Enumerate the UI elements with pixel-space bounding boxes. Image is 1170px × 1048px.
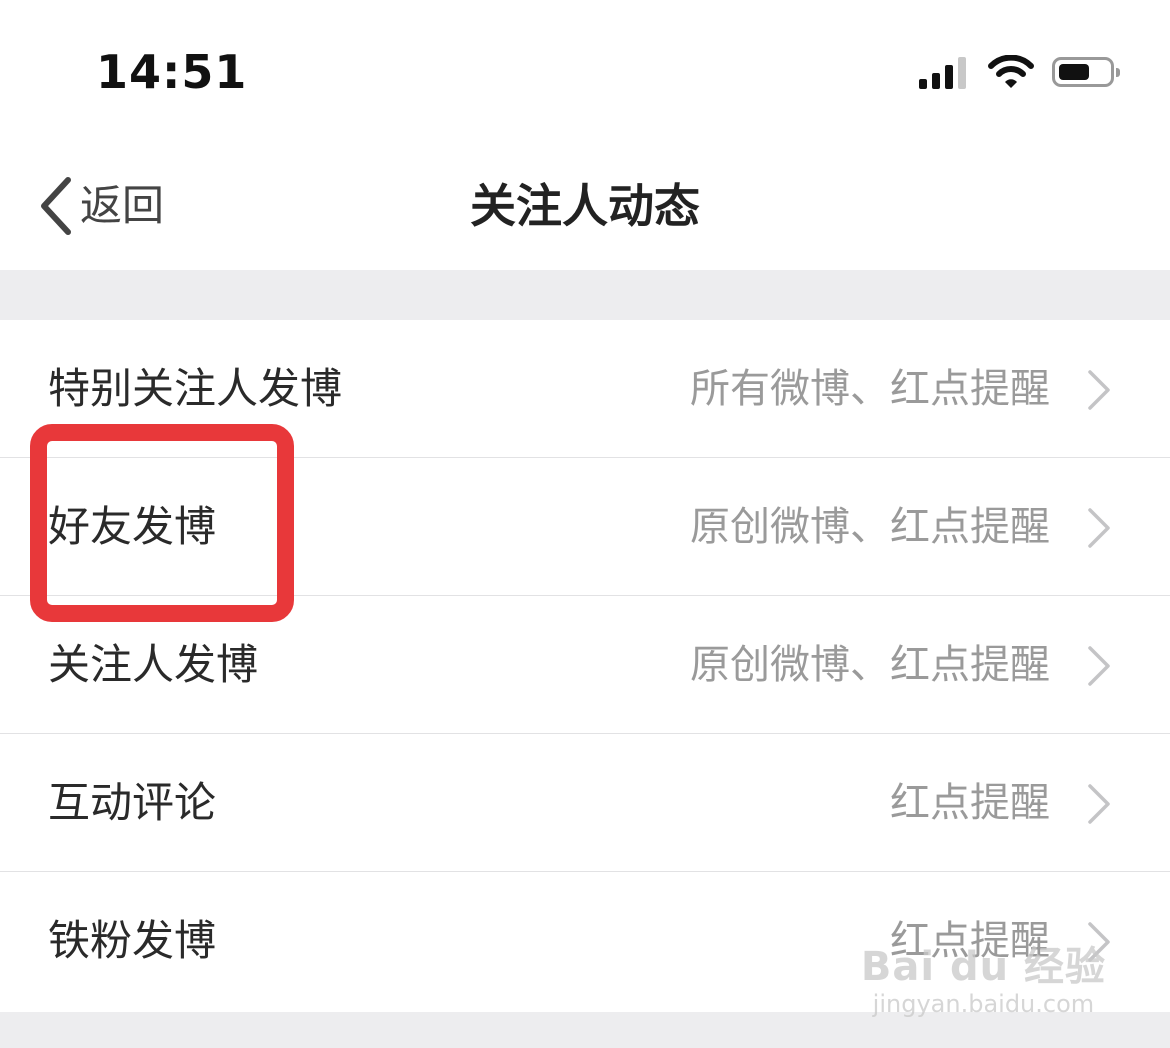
section-divider [0, 270, 1170, 320]
row-label: 关注人发博 [48, 640, 259, 689]
row-value: 所有微博、红点提醒 [690, 366, 1050, 412]
battery-icon [1052, 57, 1120, 87]
settings-row-special-follow[interactable]: 特别关注人发博 所有微博、红点提醒 [0, 320, 1170, 458]
row-value: 红点提醒 [890, 918, 1050, 964]
signal-icon [919, 55, 966, 89]
row-value: 原创微博、红点提醒 [690, 504, 1050, 550]
settings-row-friends-posts[interactable]: 好友发博 原创微博、红点提醒 [0, 458, 1170, 596]
chevron-right-icon [1088, 646, 1110, 686]
page: 14:51 返回 关注人动态 特别关注人发博 所有微博、红点提醒 好友发博 原创… [0, 0, 1170, 1048]
row-value: 红点提醒 [890, 780, 1050, 826]
settings-row-fans-posts[interactable]: 铁粉发博 红点提醒 [0, 872, 1170, 1012]
row-label: 互动评论 [48, 778, 217, 827]
chevron-right-icon [1088, 370, 1110, 410]
page-title: 关注人动态 [470, 179, 700, 233]
settings-row-following-posts[interactable]: 关注人发博 原创微博、红点提醒 [0, 596, 1170, 734]
chevron-right-icon [1088, 508, 1110, 548]
status-icons [919, 52, 1120, 92]
chevron-right-icon [1088, 922, 1110, 962]
settings-list: 特别关注人发博 所有微博、红点提醒 好友发博 原创微博、红点提醒 关注人发博 原… [0, 320, 1170, 1012]
row-label: 好友发博 [48, 502, 217, 551]
row-value: 原创微博、红点提醒 [690, 642, 1050, 688]
wifi-icon [988, 55, 1034, 88]
chevron-right-icon [1088, 784, 1110, 824]
status-bar: 14:51 [0, 0, 1170, 140]
settings-row-interaction-comments[interactable]: 互动评论 红点提醒 [0, 734, 1170, 872]
row-label: 特别关注人发博 [48, 364, 343, 413]
section-divider [0, 1012, 1170, 1048]
status-time: 14:51 [96, 45, 248, 99]
nav-bar: 返回 关注人动态 [0, 140, 1170, 270]
row-label: 铁粉发博 [48, 916, 217, 965]
